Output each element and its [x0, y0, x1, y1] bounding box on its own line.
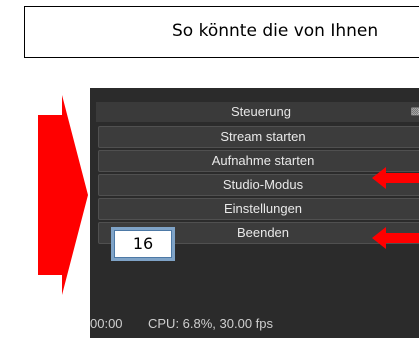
left-arrow-icon — [372, 227, 419, 249]
banner-text: So könnte die von Ihnen — [172, 21, 379, 41]
start-recording-button[interactable]: Aufnahme starten — [98, 150, 419, 172]
obs-controls-panel: Steuerung ▩ Stream starten Aufnahme star… — [90, 88, 419, 338]
controls-dock-title: Steuerung — [231, 104, 291, 119]
page: So könnte die von Ihnen Steuerung ▩ Stre… — [0, 0, 419, 338]
step-number-badge: 16 — [111, 227, 175, 261]
studio-mode-button[interactable]: Studio-Modus — [98, 174, 419, 196]
start-stream-label: Stream starten — [220, 129, 306, 144]
right-arrow-icon — [38, 95, 88, 295]
start-recording-label: Aufnahme starten — [211, 153, 315, 168]
step-number: 16 — [132, 234, 154, 253]
status-cpu: CPU: 6.8%, 30.00 fps — [148, 316, 274, 331]
studio-mode-label: Studio-Modus — [222, 177, 304, 192]
controls-dock-header: Steuerung ▩ — [96, 102, 419, 122]
dock-float-icon[interactable]: ▩ — [411, 102, 419, 122]
start-stream-button[interactable]: Stream starten — [98, 126, 419, 148]
settings-label: Einstellungen — [223, 201, 303, 216]
instruction-banner: So könnte die von Ihnen — [24, 6, 419, 58]
exit-label: Beenden — [236, 225, 290, 240]
settings-button[interactable]: Einstellungen — [98, 198, 419, 220]
left-arrow-icon — [372, 167, 419, 189]
status-time: 00:00 — [90, 316, 123, 331]
